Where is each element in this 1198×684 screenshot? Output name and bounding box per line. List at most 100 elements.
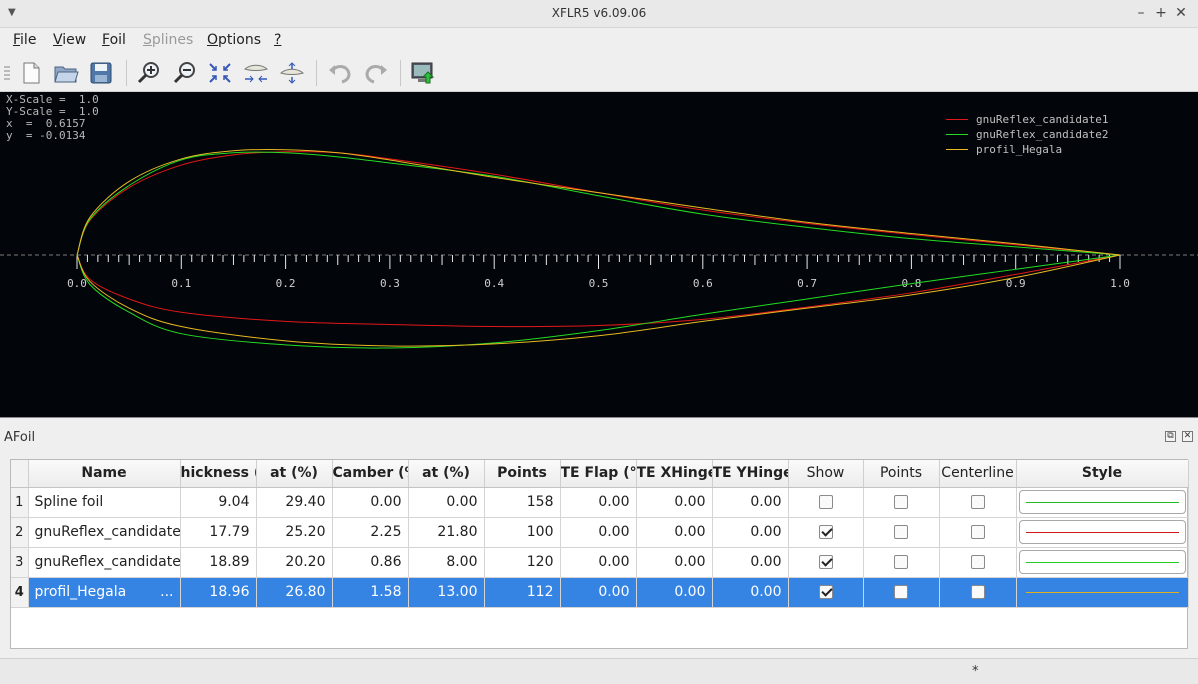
camber-cell[interactable]: 1.58 xyxy=(332,577,409,608)
header-corner[interactable] xyxy=(11,460,29,488)
thickness-at-cell[interactable]: 26.80 xyxy=(256,577,333,608)
col-header-centerline[interactable]: Centerline xyxy=(939,460,1017,488)
camber-cell[interactable]: 2.25 xyxy=(332,517,409,548)
centerline-checkbox[interactable] xyxy=(970,585,985,599)
zoom-out-icon[interactable] xyxy=(170,58,200,88)
camber-cell[interactable]: 0.86 xyxy=(332,547,409,578)
show-checkbox[interactable] xyxy=(818,555,833,569)
points-toggle-cell[interactable] xyxy=(863,517,940,548)
name-cell[interactable]: Spline foil xyxy=(28,487,181,518)
points-checkbox[interactable] xyxy=(894,585,908,599)
col-header-points[interactable]: Points xyxy=(484,460,561,488)
style-cell[interactable] xyxy=(1016,487,1189,518)
col-header-camber-at[interactable]: at (%) xyxy=(408,460,485,488)
line-style-swatch[interactable] xyxy=(1018,580,1186,604)
row-number[interactable]: 3 xyxy=(11,547,29,578)
foil-plot[interactable]: X-Scale = 1.0 Y-Scale = 1.0 x = 0.6157 y = … xyxy=(0,92,1198,418)
new-file-icon[interactable] xyxy=(16,58,46,88)
centerline-cell[interactable] xyxy=(939,577,1017,608)
show-cell[interactable] xyxy=(788,487,864,518)
te-flap-cell[interactable]: 0.00 xyxy=(560,547,637,578)
col-header-te-yhinge[interactable]: TE YHinge xyxy=(712,460,789,488)
te-yhinge-cell[interactable]: 0.00 xyxy=(712,517,789,548)
scale-x-icon[interactable] xyxy=(241,58,271,88)
thickness-cell[interactable]: 9.04 xyxy=(180,487,257,518)
thickness-cell[interactable]: 18.96 xyxy=(180,577,257,608)
export-icon[interactable] xyxy=(408,58,438,88)
col-header-te-xhinge[interactable]: TE XHinge xyxy=(636,460,713,488)
points-checkbox[interactable] xyxy=(894,495,908,509)
style-cell[interactable] xyxy=(1016,517,1189,548)
col-header-thickness[interactable]: hickness (% xyxy=(180,460,257,488)
col-header-camber[interactable]: Camber (% xyxy=(332,460,409,488)
points-toggle-cell[interactable] xyxy=(863,577,940,608)
row-number[interactable]: 1 xyxy=(11,487,29,518)
table-row[interactable]: 3 gnuReflex_candidate2 18.89 20.20 0.86 8.00 1… xyxy=(11,547,1189,578)
camber-at-cell[interactable]: 8.00 xyxy=(408,547,485,578)
thickness-at-cell[interactable]: 25.20 xyxy=(256,517,333,548)
undo-icon[interactable] xyxy=(325,58,355,88)
te-yhinge-cell[interactable]: 0.00 xyxy=(712,547,789,578)
col-header-show[interactable]: Show xyxy=(788,460,864,488)
menu-options[interactable]: Options xyxy=(207,32,261,48)
points-toggle-cell[interactable] xyxy=(863,487,940,518)
show-checkbox[interactable] xyxy=(818,495,833,509)
name-cell[interactable]: gnuReflex_candidate1 xyxy=(28,517,181,548)
points-checkbox[interactable] xyxy=(894,555,908,569)
centerline-cell[interactable] xyxy=(939,547,1017,578)
te-flap-cell[interactable]: 0.00 xyxy=(560,577,637,608)
show-checkbox[interactable] xyxy=(818,585,833,599)
te-xhinge-cell[interactable]: 0.00 xyxy=(636,577,713,608)
points-cell[interactable]: 120 xyxy=(484,547,561,578)
camber-at-cell[interactable]: 13.00 xyxy=(408,577,485,608)
thickness-at-cell[interactable]: 20.20 xyxy=(256,547,333,578)
table-row[interactable]: 2 gnuReflex_candidate1 17.79 25.20 2.25 21.80… xyxy=(11,517,1189,548)
centerline-cell[interactable] xyxy=(939,517,1017,548)
show-cell[interactable] xyxy=(788,547,864,578)
show-cell[interactable] xyxy=(788,517,864,548)
te-xhinge-cell[interactable]: 0.00 xyxy=(636,517,713,548)
centerline-checkbox[interactable] xyxy=(970,495,985,509)
name-cell[interactable]: gnuReflex_candidate2 xyxy=(28,547,181,578)
centerline-cell[interactable] xyxy=(939,487,1017,518)
table-row[interactable]: 4 profil_Hegala... 18.96 26.80 1.58 13.00 112 0… xyxy=(11,577,1189,608)
points-cell[interactable]: 158 xyxy=(484,487,561,518)
te-yhinge-cell[interactable]: 0.00 xyxy=(712,577,789,608)
show-cell[interactable] xyxy=(788,577,864,608)
open-folder-icon[interactable] xyxy=(51,58,81,88)
toolbar-grip[interactable] xyxy=(4,66,10,80)
te-yhinge-cell[interactable]: 0.00 xyxy=(712,487,789,518)
points-checkbox[interactable] xyxy=(894,525,908,539)
close-button[interactable]: ✕ xyxy=(1172,4,1190,22)
menu-splines[interactable]: Splines xyxy=(143,32,193,48)
thickness-cell[interactable]: 17.79 xyxy=(180,517,257,548)
centerline-checkbox[interactable] xyxy=(970,555,985,569)
col-header-thickness-at[interactable]: at (%) xyxy=(256,460,333,488)
thickness-cell[interactable]: 18.89 xyxy=(180,547,257,578)
line-style-swatch[interactable] xyxy=(1018,490,1186,514)
row-number[interactable]: 2 xyxy=(11,517,29,548)
te-xhinge-cell[interactable]: 0.00 xyxy=(636,547,713,578)
line-style-swatch[interactable] xyxy=(1018,520,1186,544)
row-number[interactable]: 4 xyxy=(11,577,29,608)
thickness-at-cell[interactable]: 29.40 xyxy=(256,487,333,518)
camber-cell[interactable]: 0.00 xyxy=(332,487,409,518)
save-icon[interactable] xyxy=(86,58,116,88)
te-flap-cell[interactable]: 0.00 xyxy=(560,487,637,518)
table-row[interactable]: 1 Spline foil 9.04 29.40 0.00 0.00 158 0.00 0.00… xyxy=(11,487,1189,518)
menu-file[interactable]: File xyxy=(13,32,36,48)
col-header-style[interactable]: Style xyxy=(1016,460,1189,488)
col-header-te-flap[interactable]: TE Flap (°) xyxy=(560,460,637,488)
name-cell[interactable]: profil_Hegala... xyxy=(28,577,181,608)
maximize-button[interactable]: + xyxy=(1152,4,1170,22)
menu-foil[interactable]: Foil xyxy=(102,32,126,48)
points-cell[interactable]: 100 xyxy=(484,517,561,548)
float-panel-icon[interactable]: ⧉ xyxy=(1165,431,1176,442)
show-checkbox[interactable] xyxy=(818,525,833,539)
col-header-show-points[interactable]: Points xyxy=(863,460,940,488)
te-flap-cell[interactable]: 0.00 xyxy=(560,517,637,548)
col-header-name[interactable]: Name xyxy=(28,460,181,488)
minimize-button[interactable]: – xyxy=(1132,4,1150,22)
scale-y-icon[interactable] xyxy=(277,58,307,88)
menu-help[interactable]: ? xyxy=(274,32,281,48)
